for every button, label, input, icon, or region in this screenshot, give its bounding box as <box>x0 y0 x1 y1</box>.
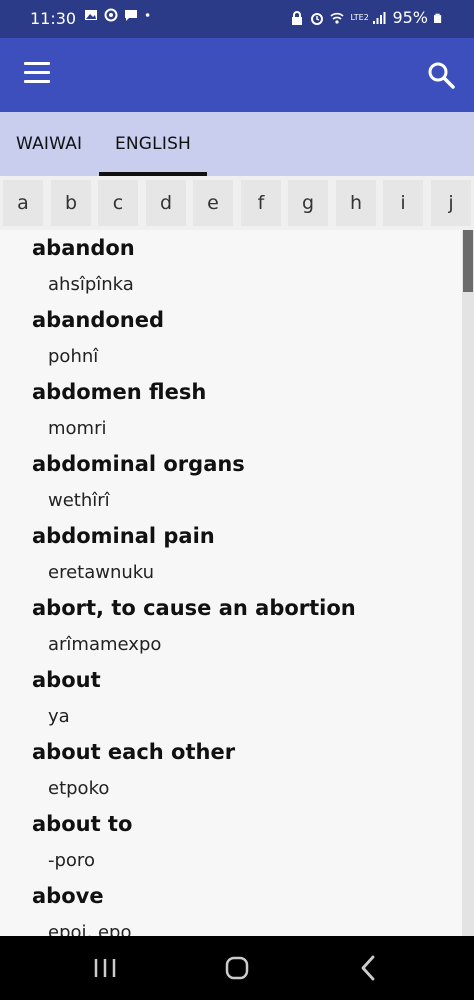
entry-word: abdominal pain <box>32 524 215 548</box>
status-bar: 11:30 LTE2 95% <box>0 0 474 38</box>
network-label: LTE2 <box>350 13 369 22</box>
letter-i[interactable]: i <box>383 180 423 226</box>
system-icons: LTE2 95% <box>290 8 444 27</box>
letter-d[interactable]: d <box>146 180 186 226</box>
recent-apps-icon[interactable] <box>87 950 123 986</box>
letter-e[interactable]: e <box>193 180 233 226</box>
language-tabs: WAIWAI ENGLISH <box>0 112 474 176</box>
entry-translation: etpoko <box>48 778 110 799</box>
entry-word: about <box>32 668 101 692</box>
letter-h[interactable]: h <box>336 180 376 226</box>
entry-word: abort, to cause an abortion <box>32 596 356 620</box>
tab-waiwai[interactable]: WAIWAI <box>16 112 82 176</box>
list-item[interactable]: abort, to cause an abortion arîmamexpo <box>0 590 462 662</box>
entry-word: abdomen flesh <box>32 380 207 404</box>
entry-translation: epoi, epo <box>48 922 132 936</box>
home-icon[interactable] <box>219 950 255 986</box>
system-nav-bar <box>0 936 474 1000</box>
battery-percent: 95% <box>392 8 428 27</box>
signal-icon <box>373 11 386 24</box>
alphabet-index: a b c d e f g h i j <box>0 176 474 230</box>
entry-word: about each other <box>32 740 236 764</box>
image-notification-icon <box>85 10 97 20</box>
tab-english[interactable]: ENGLISH <box>99 112 207 176</box>
entry-word: above <box>32 884 104 908</box>
scrollbar-thumb[interactable] <box>463 230 473 292</box>
entry-translation: wethîrî <box>48 490 110 511</box>
search-icon[interactable] <box>426 60 456 90</box>
entry-word: abdominal organs <box>32 452 245 476</box>
entry-translation: momri <box>48 418 107 439</box>
entry-word: abandon <box>32 236 135 260</box>
entry-translation: ahsîpînka <box>48 274 134 295</box>
list-item[interactable]: abandoned pohnî <box>0 302 462 374</box>
dot-icon <box>145 13 150 17</box>
list-item[interactable]: about each other etpoko <box>0 734 462 806</box>
notification-icons <box>84 8 154 22</box>
dictionary-list[interactable]: abandon ahsîpînka abandoned pohnî abdome… <box>0 230 462 936</box>
back-icon[interactable] <box>351 950 387 986</box>
entry-word: about to <box>32 812 133 836</box>
list-item[interactable]: abandon ahsîpînka <box>0 230 462 302</box>
letter-a[interactable]: a <box>3 180 43 226</box>
entry-translation: pohnî <box>48 346 99 367</box>
entry-translation: arîmamexpo <box>48 634 162 655</box>
lock-icon <box>292 10 303 25</box>
letter-c[interactable]: c <box>98 180 138 226</box>
app-bar <box>0 38 474 112</box>
hamburger-menu-icon[interactable] <box>24 62 50 84</box>
alarm-icon <box>311 12 324 25</box>
letter-j[interactable]: j <box>431 180 471 226</box>
entry-word: abandoned <box>32 308 165 332</box>
list-item[interactable]: abdominal organs wethîrî <box>0 446 462 518</box>
letter-f[interactable]: f <box>241 180 281 226</box>
list-item[interactable]: abdomen flesh momri <box>0 374 462 446</box>
letter-b[interactable]: b <box>51 180 91 226</box>
list-item[interactable]: abdominal pain eretawnuku <box>0 518 462 590</box>
entry-translation: ya <box>48 706 70 727</box>
settings-notification-icon <box>104 8 118 22</box>
list-item[interactable]: about ya <box>0 662 462 734</box>
chat-notification-icon <box>125 10 137 21</box>
entry-translation: -poro <box>48 850 95 871</box>
battery-icon <box>434 13 442 23</box>
status-time: 11:30 <box>30 9 77 28</box>
letter-g[interactable]: g <box>288 180 328 226</box>
list-item[interactable]: above epoi, epo <box>0 878 462 936</box>
wifi-icon <box>330 12 344 24</box>
entry-translation: eretawnuku <box>48 562 155 583</box>
list-item[interactable]: about to -poro <box>0 806 462 878</box>
list-scrollbar[interactable] <box>462 230 474 936</box>
